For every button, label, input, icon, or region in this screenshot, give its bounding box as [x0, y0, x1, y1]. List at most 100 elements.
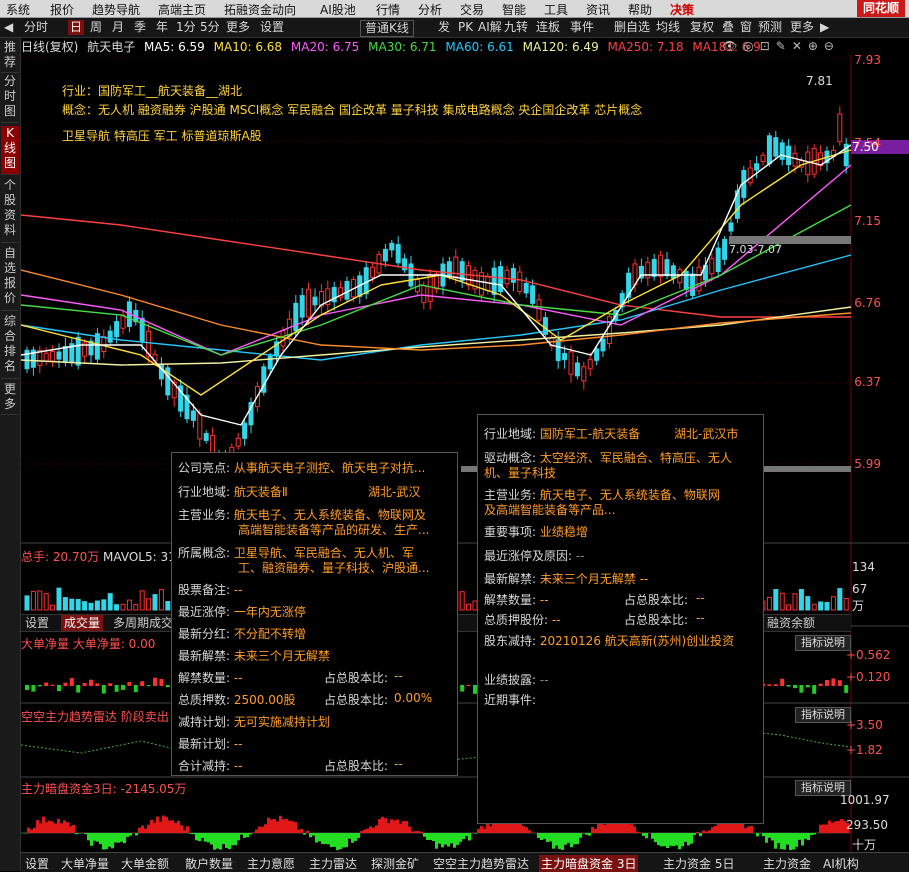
vtab-recommend[interactable]: 推荐 [1, 40, 19, 73]
vtab-more[interactable]: 更多 [1, 382, 19, 415]
net-bar [831, 678, 835, 686]
bottom-tab-big-net[interactable]: 大单净量 [61, 855, 109, 872]
mid-tab-volume[interactable]: 成交量 [61, 615, 103, 631]
mid-tab-multi-period[interactable]: 多周期成交 [113, 615, 173, 631]
net-bar [819, 684, 823, 686]
back-icon[interactable]: ◀ [4, 20, 13, 35]
volume-bar [83, 602, 87, 610]
mid-tab-margin[interactable]: 融资余额 [767, 615, 815, 631]
toolbar-ma[interactable]: 均线 [656, 20, 680, 35]
net-bar [799, 685, 803, 693]
bottom-tab-retail[interactable]: 散户数量 [185, 855, 233, 872]
dark-fund-bar [177, 821, 180, 833]
dark-fund-bar [405, 821, 408, 833]
panel-value: 湖北-武汉市 [674, 425, 738, 442]
toolbar-forecast[interactable]: 预测 [758, 20, 782, 35]
vtab-watchlist[interactable]: 自选报价 [1, 246, 19, 311]
menu-decision[interactable]: 决策 [670, 1, 694, 18]
toolbar-window[interactable]: 窗 [740, 20, 752, 35]
menu-trade[interactable]: 交易 [460, 1, 484, 18]
period-tab-year[interactable]: 年 [156, 20, 168, 35]
dark-fund-bar [222, 833, 225, 844]
toolbar-send[interactable]: 发 [438, 20, 450, 35]
panel-key: 所属概念: [178, 546, 230, 560]
bottom-tab-intention[interactable]: 主力意愿 [247, 855, 295, 872]
menu-market[interactable]: 行情 [376, 1, 400, 18]
mid-tab-settings[interactable]: 设置 [25, 615, 49, 631]
bottom-tab-dark-fund-3d[interactable]: 主力暗盘资金 3日 [539, 855, 638, 872]
chart-canvas[interactable] [21, 55, 909, 852]
period-tab-month[interactable]: 月 [112, 20, 124, 35]
menu-help[interactable]: 帮助 [628, 1, 652, 18]
panel-value: 国防军工-航天装备 [540, 427, 640, 441]
period-tab-week[interactable]: 周 [90, 20, 102, 35]
bottom-tab-main-fund-5d[interactable]: 主力资金 5日 [663, 855, 734, 872]
header-icons[interactable]: 👁◎⊡✎✕⊕⊖ [722, 39, 840, 53]
toolbar-forward-icon[interactable]: ▶ [820, 20, 829, 35]
period-tab-day[interactable]: 日 [68, 20, 84, 35]
bottom-tab-trend-radar[interactable]: 空空主力趋势雷达 [433, 855, 529, 872]
dark-fund-bar [183, 830, 186, 833]
toolbar-limit-chain[interactable]: 连板 [536, 20, 560, 35]
menu-high-home[interactable]: 高端主页 [158, 1, 206, 18]
toolbar-nine-turn[interactable]: 九转 [504, 20, 528, 35]
dark-fund-bar [651, 833, 654, 839]
candle-body [787, 146, 791, 164]
dark-fund-bar [309, 833, 312, 837]
dark-fund-bar [594, 829, 597, 833]
menu-analysis[interactable]: 分析 [418, 1, 442, 18]
vtab-kline[interactable]: K线图 [1, 126, 19, 175]
dark-fund-bar [546, 833, 549, 842]
vtab-ranking[interactable]: 综合排名 [1, 314, 19, 379]
bottom-tab-radar[interactable]: 主力雷达 [309, 855, 357, 872]
net-bar [844, 685, 848, 693]
dark-fund-bar [261, 827, 264, 833]
panel-key: 公司亮点: [178, 461, 230, 475]
chart-mode[interactable]: 日线(复权) [21, 40, 78, 54]
menu-fund-flow[interactable]: 拓融资金动向 [224, 1, 296, 18]
volume-bar [780, 593, 784, 610]
toolbar-events[interactable]: 事件 [570, 20, 594, 35]
menu-tools[interactable]: 工具 [544, 1, 568, 18]
menu-news[interactable]: 资讯 [586, 1, 610, 18]
indicator-explain-button[interactable]: 指标说明 [795, 635, 851, 651]
menu-quote[interactable]: 报价 [50, 1, 74, 18]
dark-fund-bar [360, 831, 363, 833]
dark-fund-bar [231, 833, 234, 845]
dark-fund-bar [282, 819, 285, 833]
period-tab-intraday[interactable]: 分时 [24, 20, 48, 35]
dark-fund-bar [159, 822, 162, 833]
menu-smart[interactable]: 智能 [502, 1, 526, 18]
menu-ai-pool[interactable]: AI股池 [320, 1, 356, 18]
period-tab-5min[interactable]: 5分 [200, 20, 220, 35]
toolbar-ai-explain[interactable]: AI解 [478, 20, 502, 35]
menu-system[interactable]: 系统 [6, 1, 30, 18]
bottom-tab-ai-institution[interactable]: AI机构 [823, 855, 859, 872]
bottom-tab-settings[interactable]: 设置 [25, 855, 49, 872]
menu-trend-nav[interactable]: 趋势导航 [92, 1, 140, 18]
toolbar-adjust[interactable]: 复权 [690, 20, 714, 35]
toolbar-remove-watch[interactable]: 删自选 [614, 20, 650, 35]
panel-value: -- [696, 611, 705, 625]
vtab-profile[interactable]: 个股资料 [1, 178, 19, 243]
volume-bar [147, 599, 151, 610]
toolbar-settings-button[interactable]: 设置 [260, 20, 284, 35]
period-tab-1min[interactable]: 1分 [176, 20, 196, 35]
bottom-tab-big-amount[interactable]: 大单金额 [121, 855, 169, 872]
price-axis-label: 5.99 [854, 457, 881, 471]
kline-type-select[interactable]: 普通K线 [360, 20, 414, 37]
dark-fund-bar [699, 833, 702, 836]
toolbar-overlay[interactable]: 叠 [722, 20, 734, 35]
bottom-tab-gold-mine[interactable]: 探测金矿 [371, 855, 419, 872]
toolbar-pk[interactable]: PK [458, 20, 473, 35]
indicator-explain-button[interactable]: 指标说明 [795, 707, 851, 723]
period-tab-season[interactable]: 季 [134, 20, 146, 35]
vtab-intraday[interactable]: 分时图 [1, 74, 19, 123]
candle-body [63, 347, 67, 363]
period-tab-more[interactable]: 更多 [226, 20, 250, 35]
panel-key: 最新解禁: [484, 572, 536, 586]
dark-fund-bar [408, 827, 411, 833]
toolbar-more[interactable]: 更多 [790, 20, 814, 35]
dark-fund-bar [339, 833, 342, 849]
bottom-tab-main-fund[interactable]: 主力资金 [763, 855, 811, 872]
